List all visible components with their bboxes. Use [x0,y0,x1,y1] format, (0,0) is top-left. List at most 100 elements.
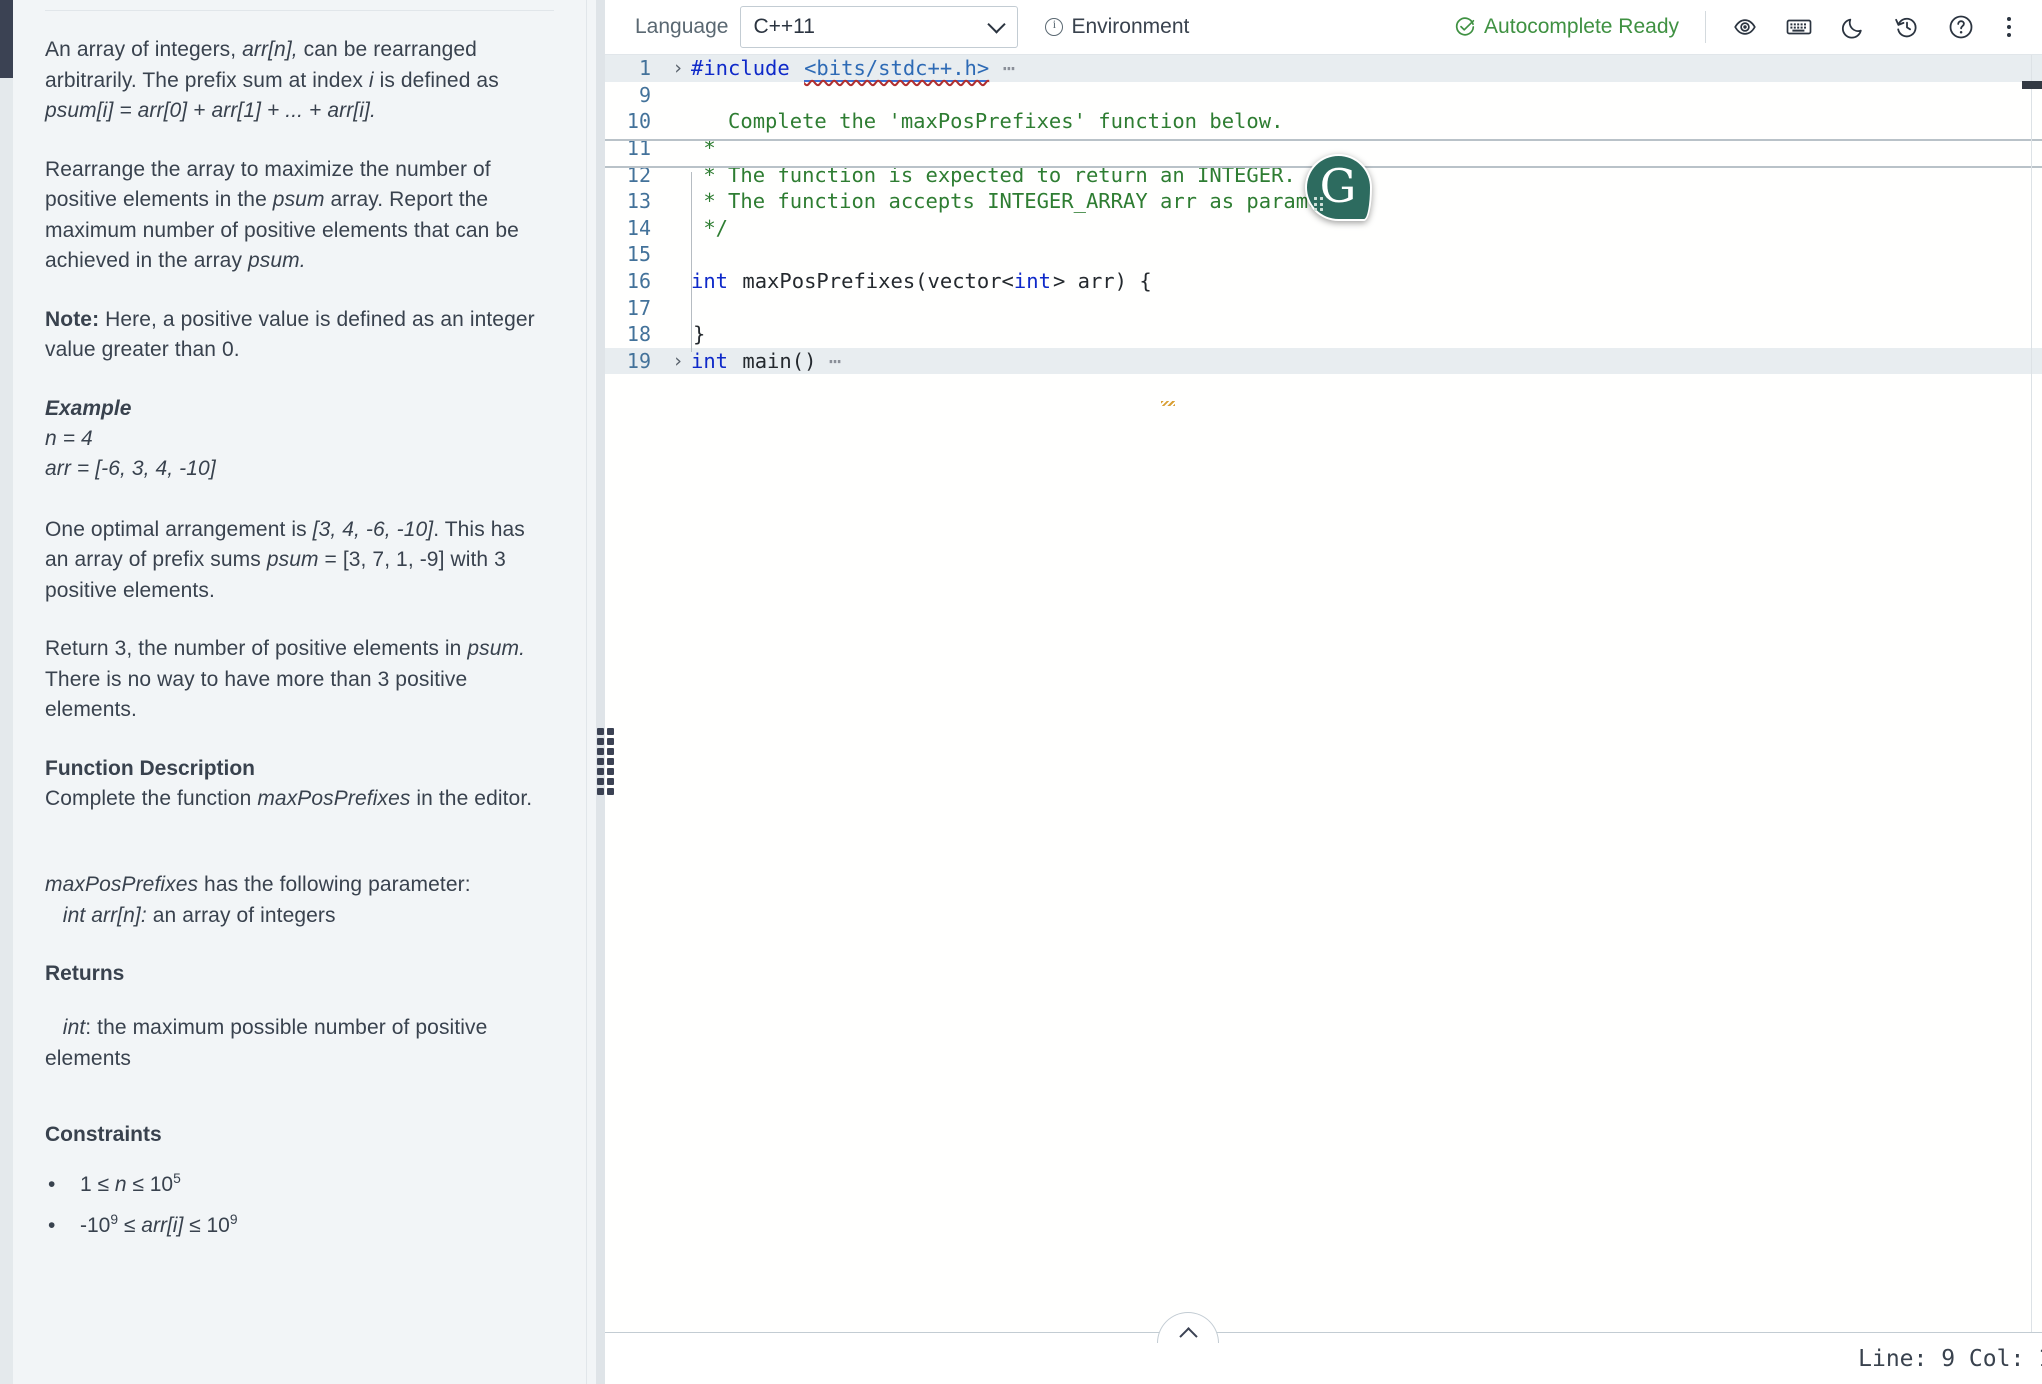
toolbar-icon-group [1730,12,1976,42]
more-vertical-icon[interactable] [1994,12,2024,42]
check-circle-icon [1455,17,1475,37]
chevron-down-icon [987,15,1007,34]
fold-separator [605,139,2042,141]
moon-icon[interactable] [1838,12,1868,42]
line-number: 16 [626,269,651,294]
code-text: int maxPosPrefixes(vector<int> arr) { [691,269,1152,294]
history-icon[interactable] [1892,12,1922,42]
constraint-item: 1 ≤ n ≤ 105 [45,1164,554,1205]
line-number: 14 [626,215,651,240]
function-description-text: Complete the function maxPosPrefixes in … [45,786,533,810]
kebab-dot [2007,33,2011,37]
code-line[interactable]: 14 */ [605,215,2042,242]
panel-resize-handle[interactable] [597,728,614,795]
cursor-position-status: Line: 9 Col: 1 [1858,1345,2042,1372]
editor-scrollbar-thumb[interactable] [2022,81,2042,89]
example-paragraph: Return 3, the number of positive element… [45,637,526,721]
line-number: 19 [626,348,651,373]
code-line[interactable]: 10 Complete the 'maxPosPrefixes' functio… [605,108,2042,135]
environment-link[interactable]: Environment [1045,15,1189,39]
constraint-item: -109 ≤ arr[i] ≤ 109 [45,1205,554,1246]
code-line[interactable]: 9 [605,82,2042,109]
code-line[interactable]: 17 [605,294,2042,321]
grip-dot [597,738,604,745]
kebab-dot [2007,17,2011,21]
example-line: arr = [-6, 3, 4, -10] [45,457,216,480]
grip-dot [607,748,614,755]
grammarly-badge[interactable]: G [1305,154,1372,221]
code-text: #include <bits/stdc++.h> ⋯ [691,56,1016,83]
returns-text: int: the maximum possible number of posi… [45,1016,488,1070]
problem-statement-content: An array of integers, arr[n], can be rea… [13,0,586,1384]
line-number: 9 [638,82,651,107]
constraints-heading: Constraints [45,1123,162,1146]
code-text: * The function accepts INTEGER_ARRAY arr… [691,189,1370,214]
editor-scrollbar[interactable] [2022,55,2042,1332]
eye-icon[interactable] [1730,12,1760,42]
grip-dot [607,768,614,775]
line-number: 10 [626,109,651,134]
autocomplete-status-text: Autocomplete Ready [1484,15,1679,38]
function-description-heading: Function Description [45,756,255,780]
code-line[interactable]: 18} [605,321,2042,348]
grip-dot [597,758,604,765]
autocomplete-status: Autocomplete Ready [1455,15,1679,39]
code-text: */ [691,215,729,240]
grip-dot [597,748,604,755]
info-circle-icon [1045,17,1064,36]
panel-divider [586,0,587,1384]
problem-note: Note: Here, a positive value is defined … [45,307,535,362]
line-number: 17 [626,295,651,320]
line-number: 15 [626,242,651,267]
parameter-intro: maxPosPrefixes has the following paramet… [45,873,471,896]
chevron-up-icon [1178,1327,1198,1346]
returns-heading: Returns [45,962,125,985]
example-paragraph: One optimal arrangement is [3, 4, -6, -1… [45,517,525,602]
line-number: 13 [626,189,651,214]
line-number: 18 [626,322,651,347]
code-text: Complete the 'maxPosPrefixes' function b… [691,109,1284,134]
code-line[interactable]: 1 › #include <bits/stdc++.h> ⋯ [605,55,2042,83]
kebab-dot [2007,25,2011,29]
code-text: } [693,322,706,347]
editor-toolbar: Language C++11 Environment Autocomplete … [605,0,2042,55]
language-select[interactable]: C++11 [740,6,1019,48]
grip-dot [607,778,614,785]
help-circle-icon[interactable] [1946,12,1976,42]
grip-dot [607,728,614,735]
grip-dot [607,758,614,765]
grip-dot [607,788,614,795]
grammarly-logo-letter: G [1319,159,1357,213]
error-squiggle [1161,401,1175,406]
problem-body: An array of integers, arr[n], can be rea… [45,35,554,1246]
grip-dot [597,788,604,795]
line-number: 1 [638,56,651,81]
constraints-list: 1 ≤ n ≤ 105-109 ≤ arr[i] ≤ 109 [45,1164,554,1246]
toolbar-separator [1705,11,1706,43]
fold-toggle-icon[interactable]: › [665,350,691,372]
problem-panel-scrollbar[interactable] [0,0,13,1384]
code-editor[interactable]: 1 › #include <bits/stdc++.h> ⋯ 9 10 Complete… [605,55,2042,1332]
indent-guide [691,172,692,300]
parameter-item: int arr[n]: an array of integers [45,903,336,927]
code-line[interactable]: 16 int maxPosPrefixes(vector<int> arr) { [605,268,2042,295]
code-line[interactable]: 15 [605,241,2042,268]
grammarly-drag-grip[interactable] [1314,197,1323,211]
editor-status-bar: Line: 9 Col: 1 [605,1312,2042,1384]
problem-panel-scrollbar-thumb[interactable] [0,0,13,78]
grip-dot [597,778,604,785]
example-line: n = 4 [45,426,93,450]
fold-toggle-icon[interactable]: › [665,57,691,79]
problem-statement-panel: An array of integers, arr[n], can be rea… [0,0,605,1384]
problem-paragraph: An array of integers, arr[n], can be rea… [45,38,499,122]
grip-dot [597,728,604,735]
hackerrank-code-editor-page: An array of integers, arr[n], can be rea… [0,0,2042,1384]
example-heading: Example [45,396,132,420]
grip-dot [597,768,604,775]
keyboard-icon[interactable] [1784,12,1814,42]
code-line[interactable]: 19 › int main() ⋯ [605,347,2042,375]
indent-guide [691,300,692,352]
language-label: Language [635,15,729,38]
language-select-value: C++11 [753,15,815,38]
editor-panel: Language C++11 Environment Autocomplete … [605,0,2042,1384]
